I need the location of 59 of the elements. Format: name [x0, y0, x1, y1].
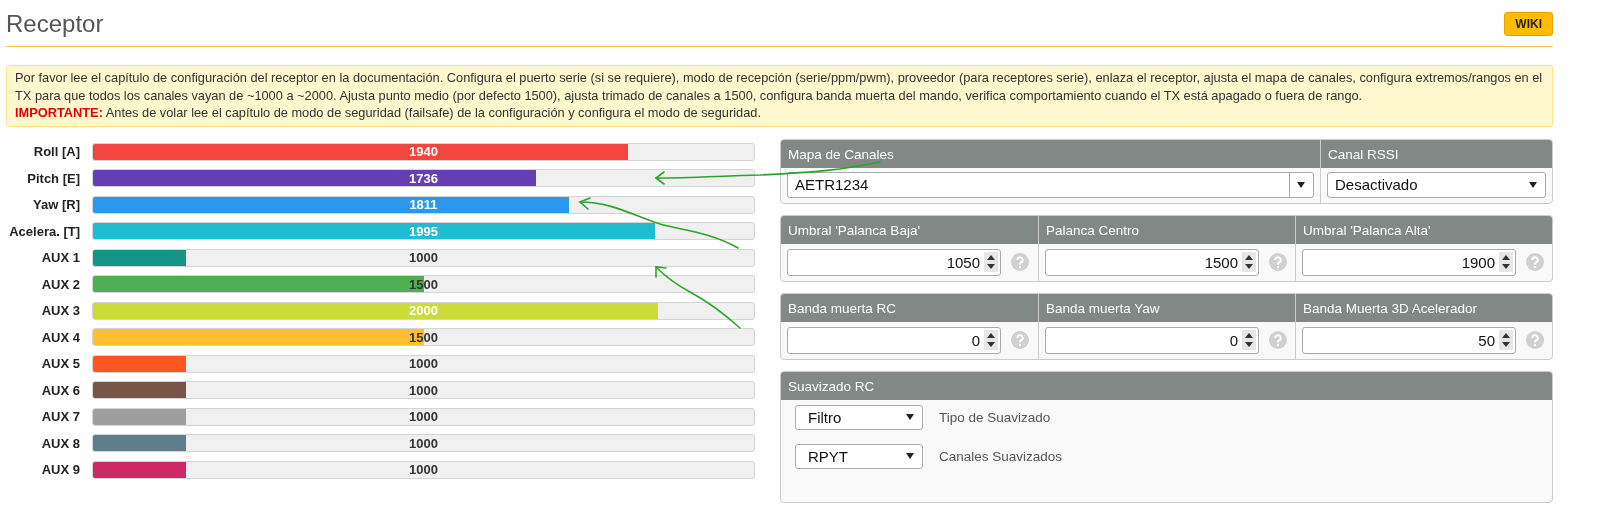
channel-map-select[interactable]: AETR1234 [787, 171, 1314, 198]
spinner-icon[interactable] [1499, 330, 1513, 350]
number-field[interactable]: 1050 [787, 248, 1001, 276]
panel-header: Suavizado RC [781, 371, 1552, 400]
panel-header: Banda Muerta 3D Acelerador [1296, 293, 1552, 322]
spinner-icon[interactable] [984, 252, 998, 272]
channel-label: AUX 8 [40, 435, 80, 451]
channel-label: Yaw [R] [32, 197, 80, 213]
channel-value: 1995 [409, 223, 438, 239]
channel-value: 1940 [409, 144, 438, 160]
channel-label: AUX 2 [40, 276, 80, 292]
channel-label: Roll [A] [32, 144, 80, 160]
channel-value: 2000 [409, 303, 438, 319]
panel-header: Umbral 'Palanca Alta' [1296, 215, 1552, 244]
number-field[interactable]: 50 [1302, 326, 1516, 354]
channel-value: 1736 [409, 170, 438, 186]
caret-icon [906, 414, 914, 420]
field-label: Tipo de Suavizado [939, 409, 1051, 425]
panel-header: Mapa de Canales [781, 139, 1320, 168]
spinner-icon[interactable] [984, 330, 998, 350]
panel-header: Canal RSSI [1321, 139, 1552, 168]
number-field[interactable]: 1900 [1302, 248, 1516, 276]
channel-value: 1000 [409, 409, 438, 425]
smoothing-select[interactable]: RPYT [795, 443, 923, 469]
panel-header: Banda muerta RC [781, 293, 1038, 322]
channel-value: 1000 [409, 356, 438, 372]
number-field[interactable]: 0 [1045, 326, 1259, 354]
channel-value: 1000 [409, 250, 438, 266]
channel-label: AUX 9 [40, 462, 80, 478]
spinner-icon[interactable] [1242, 252, 1256, 272]
number-field[interactable]: 1500 [1045, 248, 1259, 276]
panel-header: Palanca Centro [1039, 215, 1295, 244]
channel-label: AUX 1 [40, 250, 80, 266]
channel-value: 1000 [409, 435, 438, 451]
page-title: Receptor [6, 9, 104, 38]
channel-label: AUX 6 [40, 382, 80, 398]
channel-label: Pitch [E] [26, 170, 80, 186]
field-label: Canales Suavizados [939, 448, 1063, 464]
rssi-select[interactable]: Desactivado [1327, 171, 1546, 198]
channel-label: AUX 4 [40, 329, 80, 345]
channel-label: AUX 3 [40, 303, 80, 319]
caret-icon [1297, 181, 1305, 188]
wiki-button[interactable]: WIKI [1504, 12, 1553, 36]
caret-icon [906, 453, 914, 459]
caret-icon [1529, 181, 1537, 188]
panel-header: Umbral 'Palanca Baja' [781, 215, 1038, 244]
channel-value: 1000 [409, 462, 438, 478]
channel-label: AUX 5 [40, 356, 80, 372]
smoothing-select[interactable]: Filtro [795, 404, 923, 430]
channel-value: 1000 [409, 382, 438, 398]
channel-label: Acelera. [T] [8, 223, 80, 239]
panel-header: Banda muerta Yaw [1039, 293, 1295, 322]
channel-label: AUX 7 [40, 409, 80, 425]
spinner-icon[interactable] [1242, 330, 1256, 350]
notice-text: Por favor lee el capítulo de configuración del receptor en la documentación. Configura el puerto serie (si se requiere), modo de recepción (serie/ppm/pwm), proveedor (para receptores serie), enlaza el receptor, ajusta el mapa de canales, configura extremos/rangos en el TX para que todos los canales vayan de ~1000 a ~2000. Ajusta punto medio (por defecto 1500), ajusta trimado de canales a 1500, configura banda muerta del mando, verifica comportamiento cuando el TX está apagado o fuera de rango. [15, 69, 1544, 104]
notice-warning: IMPORTANTE: Antes de volar lee el capítulo de modo de seguridad (failsafe) de la configuración y configura el modo de seguridad. [15, 104, 762, 122]
channel-value: 1811 [409, 197, 438, 213]
number-field[interactable]: 0 [787, 326, 1001, 354]
spinner-icon[interactable] [1499, 252, 1513, 272]
